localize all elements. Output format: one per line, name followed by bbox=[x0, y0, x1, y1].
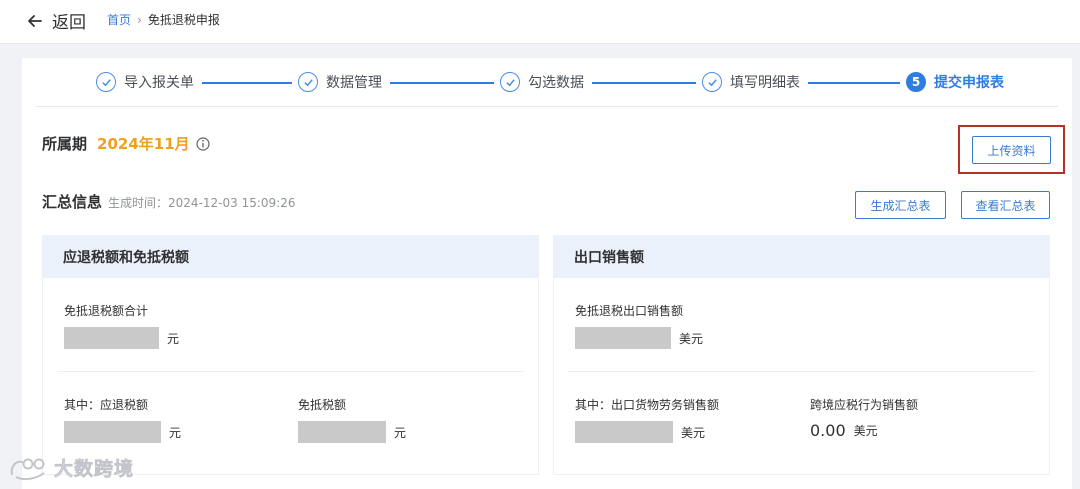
step-number-badge: 5 bbox=[906, 72, 926, 92]
card-divider bbox=[568, 371, 1035, 372]
goods-sales-unit: 美元 bbox=[681, 425, 706, 440]
top-bar: 返回 首页 › 免抵退税申报 bbox=[0, 0, 1080, 44]
steps-divider bbox=[36, 106, 1058, 107]
crossborder-sales-value: 0.00 bbox=[810, 421, 846, 440]
period-value: 2024年11月 bbox=[97, 135, 190, 153]
progress-steps: 导入报关单 数据管理 勾选数据 填写明细表 5 提交申报表 bbox=[22, 58, 1072, 108]
back-label: 返回 bbox=[52, 13, 86, 33]
info-circle-icon[interactable] bbox=[196, 136, 210, 151]
exempt-amount-label: 免抵税额 bbox=[298, 398, 347, 412]
breadcrumb-home-link[interactable]: 首页 bbox=[107, 11, 131, 28]
watermark: 大数跨境 bbox=[8, 454, 134, 481]
refund-card-title: 应退税额和免抵税额 bbox=[43, 236, 538, 278]
redacted-value bbox=[64, 327, 159, 349]
redacted-value bbox=[575, 421, 673, 443]
redacted-value bbox=[575, 327, 671, 349]
refund-card: 应退税额和免抵税额 免抵退税额合计 元 其中：应退税额 元 免抵税额 元 bbox=[42, 235, 539, 475]
card-divider bbox=[57, 371, 524, 372]
breadcrumb-separator: › bbox=[137, 12, 142, 27]
check-circle-icon bbox=[500, 72, 520, 92]
sales-total-unit: 美元 bbox=[679, 331, 704, 346]
period-row: 所属期 2024年11月 bbox=[42, 133, 210, 154]
goods-sales-field: 其中：出口货物劳务销售额 美元 bbox=[575, 396, 719, 443]
upload-materials-button[interactable]: 上传资料 bbox=[972, 136, 1051, 164]
step-connector bbox=[592, 82, 696, 84]
back-button[interactable]: 返回 bbox=[26, 8, 86, 33]
sales-total-field: 免抵退税出口销售额 美元 bbox=[575, 302, 703, 349]
exempt-amount-field: 免抵税额 元 bbox=[298, 396, 406, 443]
refund-amount-label: 其中：应退税额 bbox=[64, 398, 149, 412]
watermark-text: 大数跨境 bbox=[54, 458, 135, 481]
refund-total-field: 免抵退税额合计 元 bbox=[64, 302, 179, 349]
step-label: 导入报关单 bbox=[124, 75, 194, 91]
generate-summary-button[interactable]: 生成汇总表 bbox=[855, 191, 946, 219]
step-data-management[interactable]: 数据管理 bbox=[298, 72, 382, 92]
sales-total-label: 免抵退税出口销售额 bbox=[575, 304, 684, 318]
refund-total-label: 免抵退税额合计 bbox=[64, 304, 149, 318]
check-circle-icon bbox=[702, 72, 722, 92]
view-summary-button[interactable]: 查看汇总表 bbox=[961, 191, 1050, 219]
sales-card-title: 出口销售额 bbox=[554, 236, 1049, 278]
generated-time-label: 生成时间： bbox=[108, 196, 169, 210]
summary-title: 汇总信息 bbox=[42, 193, 103, 211]
check-circle-icon bbox=[96, 72, 116, 92]
goods-sales-label: 其中：出口货物劳务销售额 bbox=[575, 398, 720, 412]
breadcrumb-current: 免抵退税申报 bbox=[147, 13, 220, 27]
refund-total-unit: 元 bbox=[167, 331, 180, 346]
redacted-value bbox=[64, 421, 161, 443]
arrow-left-icon bbox=[28, 14, 42, 27]
step-select-data[interactable]: 勾选数据 bbox=[500, 72, 584, 92]
main-panel: 导入报关单 数据管理 勾选数据 填写明细表 5 提交申报表 所属期 2024年1… bbox=[22, 58, 1072, 489]
sales-card: 出口销售额 免抵退税出口销售额 美元 其中：出口货物劳务销售额 美元 跨境应税行… bbox=[553, 235, 1050, 475]
step-label-active: 提交申报表 bbox=[934, 75, 1004, 91]
crossborder-sales-field: 跨境应税行为销售额 0.00 美元 bbox=[810, 396, 918, 440]
step-submit-declaration[interactable]: 5 提交申报表 bbox=[906, 72, 1004, 92]
step-label: 填写明细表 bbox=[730, 75, 800, 91]
refund-amount-unit: 元 bbox=[169, 425, 182, 440]
step-fill-details[interactable]: 填写明细表 bbox=[702, 72, 800, 92]
crossborder-sales-unit: 美元 bbox=[853, 424, 878, 438]
step-connector bbox=[390, 82, 494, 84]
crossborder-sales-label: 跨境应税行为销售额 bbox=[810, 398, 919, 412]
step-connector bbox=[202, 82, 292, 84]
check-circle-icon bbox=[298, 72, 318, 92]
step-connector bbox=[808, 82, 900, 84]
generated-time-value: 2024-12-03 15:09:26 bbox=[168, 196, 296, 210]
step-label: 勾选数据 bbox=[528, 75, 584, 91]
summary-header: 汇总信息 生成时间： 2024-12-03 15:09:26 bbox=[42, 191, 295, 212]
breadcrumb: 首页 › 免抵退税申报 bbox=[107, 11, 220, 28]
step-label: 数据管理 bbox=[326, 75, 382, 91]
brand-logo-icon bbox=[10, 458, 45, 480]
refund-amount-field: 其中：应退税额 元 bbox=[64, 396, 181, 443]
period-label: 所属期 bbox=[42, 135, 88, 153]
step-import-declaration[interactable]: 导入报关单 bbox=[96, 72, 194, 92]
exempt-amount-unit: 元 bbox=[394, 425, 407, 440]
redacted-value bbox=[298, 421, 386, 443]
